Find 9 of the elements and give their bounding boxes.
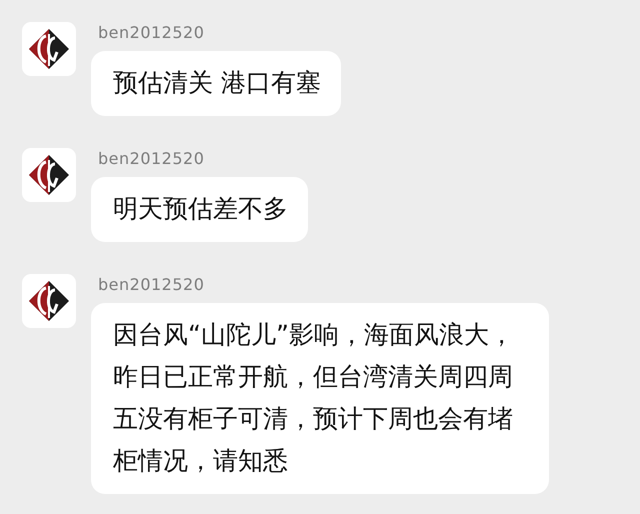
message-bubble: 明天预估差不多 xyxy=(91,177,308,242)
logo-icon xyxy=(22,22,76,76)
sender-name: ben2012520 xyxy=(98,22,204,44)
message-bubble: 因台风“山陀儿”影响，海面风浪大，昨日已正常开航，但台湾清关周四周五没有柜子可清，预计下周也会有堵柜情况，请知悉 xyxy=(91,303,549,494)
sender-name: ben2012520 xyxy=(98,148,204,170)
message-bubble: 预估清关 港口有塞 xyxy=(91,51,341,116)
logo-icon xyxy=(22,274,76,328)
logo-icon xyxy=(22,148,76,202)
sender-name: ben2012520 xyxy=(98,274,204,296)
